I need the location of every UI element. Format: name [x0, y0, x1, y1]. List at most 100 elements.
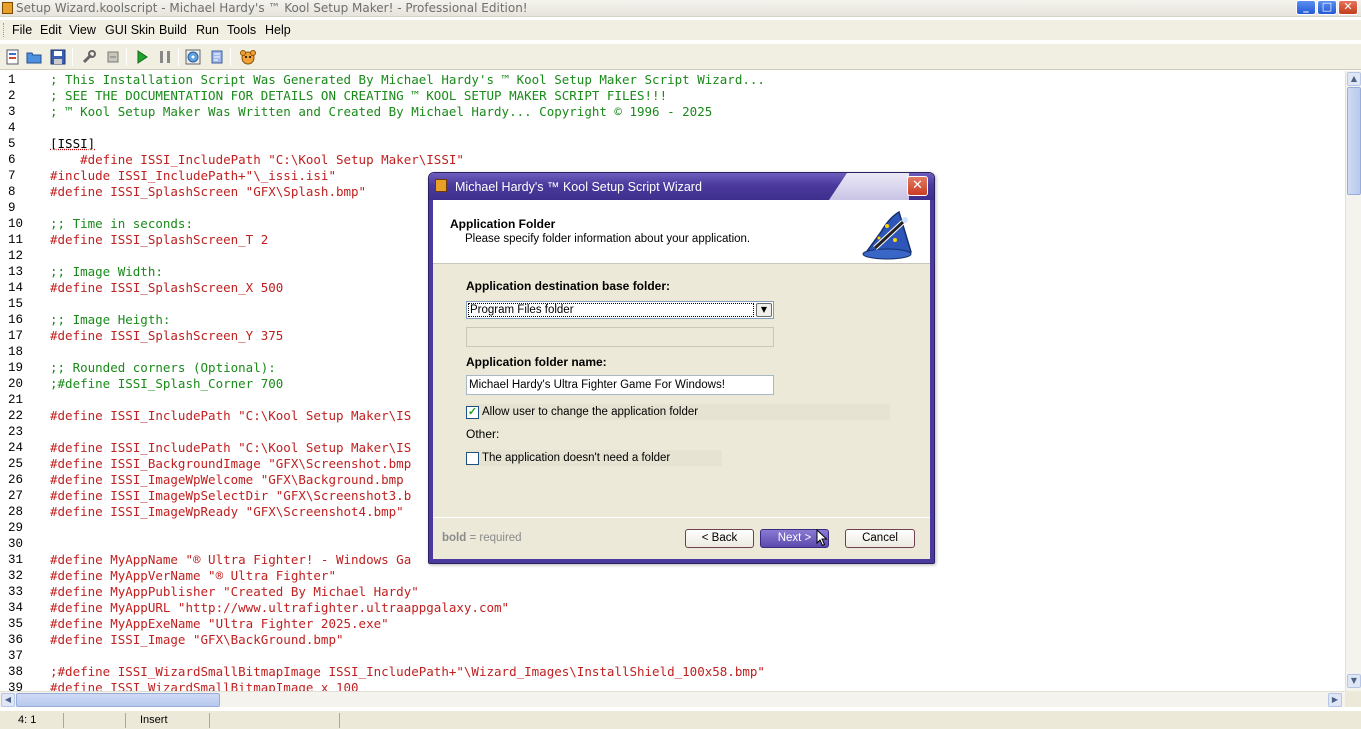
code-line[interactable]: 4: [0, 120, 1345, 136]
code-text: #define ISSI_SplashScreen "GFX\Splash.bm…: [50, 184, 367, 199]
window-titlebar: Setup Wizard.koolscript - Michael Hardy'…: [0, 0, 1361, 17]
destination-folder-value: Program Files folder: [468, 303, 754, 317]
line-number: 26: [8, 473, 24, 487]
line-number: 28: [8, 505, 24, 519]
vertical-scroll-thumb[interactable]: [1347, 87, 1361, 195]
horizontal-scroll-thumb[interactable]: [16, 693, 220, 707]
plugin-icon[interactable]: [103, 47, 122, 66]
code-line[interactable]: 39 #define ISSI_WizardSmallBitmapImage_x …: [0, 680, 1345, 691]
minimize-button[interactable]: _: [1296, 0, 1316, 15]
wrench-icon[interactable]: [79, 47, 98, 66]
dialog-titlebar: Michael Hardy's ™ Kool Setup Script Wiza…: [429, 173, 934, 200]
cancel-button[interactable]: Cancel: [845, 529, 915, 548]
disc-icon[interactable]: [183, 47, 202, 66]
menu-edit[interactable]: Edit: [40, 23, 62, 37]
menu-tools[interactable]: Tools: [227, 23, 256, 37]
play-icon[interactable]: [132, 47, 151, 66]
line-number: 16: [8, 313, 24, 327]
line-number: 14: [8, 281, 24, 295]
menu-grip: [3, 23, 6, 37]
menu-file[interactable]: File: [12, 23, 32, 37]
code-text: [ISSI]: [50, 136, 96, 151]
close-button[interactable]: ✕: [1338, 0, 1358, 15]
app-icon: [2, 2, 13, 14]
chevron-down-icon[interactable]: ▼: [756, 303, 772, 317]
code-text: #define MyAppPublisher "Created By Micha…: [50, 584, 419, 599]
dialog-close-button[interactable]: ✕: [907, 176, 928, 196]
code-line[interactable]: 6 #define ISSI_IncludePath "C:\Kool Setu…: [0, 152, 1345, 168]
code-line[interactable]: 36 #define ISSI_Image "GFX\BackGround.bmp…: [0, 632, 1345, 648]
code-line[interactable]: 38 ;#define ISSI_WizardSmallBitmapImage I…: [0, 664, 1345, 680]
back-button[interactable]: < Back: [685, 529, 754, 548]
destination-folder-select[interactable]: Program Files folder ▼: [466, 301, 774, 319]
line-number: 33: [8, 585, 24, 599]
code-text: ;#define ISSI_WizardSmallBitmapImage ISS…: [50, 664, 765, 679]
line-number: 38: [8, 665, 24, 679]
scroll-up-icon[interactable]: ▲: [1347, 72, 1361, 86]
no-folder-checkbox[interactable]: [466, 451, 479, 465]
menu-help[interactable]: Help: [265, 23, 291, 37]
dialog-header: Application Folder Please specify folder…: [433, 200, 930, 264]
code-line[interactable]: 34 #define MyAppURL "http://www.ultrafigh…: [0, 600, 1345, 616]
code-text: ;; Image Width:: [50, 264, 163, 279]
open-folder-icon[interactable]: [24, 47, 43, 66]
code-line[interactable]: 5 [ISSI]: [0, 136, 1345, 152]
code-text: ;; Rounded corners (Optional):: [50, 360, 276, 375]
line-number: 5: [8, 137, 16, 151]
allow-change-label: Allow user to change the application fol…: [482, 406, 699, 418]
scroll-down-icon[interactable]: ▼: [1347, 674, 1361, 688]
menu-build[interactable]: Build: [159, 23, 187, 37]
mouse-cursor-icon: [816, 529, 828, 547]
status-bar: 4: 1 Insert: [0, 710, 1361, 729]
line-number: 12: [8, 249, 24, 263]
code-line[interactable]: 2 ; SEE THE DOCUMENTATION FOR DETAILS ON …: [0, 88, 1345, 104]
window-title: Setup Wizard.koolscript - Michael Hardy'…: [16, 1, 528, 15]
line-number: 2: [8, 89, 16, 103]
script-icon[interactable]: [207, 47, 226, 66]
line-number: 17: [8, 329, 24, 343]
menu-view[interactable]: View: [69, 23, 96, 37]
line-number: 6: [8, 153, 16, 167]
pause-icon[interactable]: [155, 47, 174, 66]
save-icon[interactable]: [48, 47, 67, 66]
code-text: #define ISSI_IncludePath "C:\Kool Setup …: [50, 408, 412, 423]
scroll-left-icon[interactable]: ◀: [1, 693, 15, 707]
line-number: 32: [8, 569, 24, 583]
line-number: 27: [8, 489, 24, 503]
code-text: ; This Installation Script Was Generated…: [50, 72, 765, 87]
code-text: ;; Time in seconds:: [50, 216, 193, 231]
code-line[interactable]: 37: [0, 648, 1345, 664]
code-line[interactable]: 32 #define MyAppVerName "® Ultra Fighter": [0, 568, 1345, 584]
menu-run[interactable]: Run: [196, 23, 219, 37]
code-text: #define ISSI_WizardSmallBitmapImage_x 10…: [50, 680, 359, 691]
line-number: 9: [8, 201, 16, 215]
required-legend-text: = required: [466, 532, 522, 544]
maximize-button[interactable]: □: [1317, 0, 1337, 15]
code-line[interactable]: 33 #define MyAppPublisher "Created By Mic…: [0, 584, 1345, 600]
scroll-right-icon[interactable]: ▶: [1328, 693, 1342, 707]
setup-wizard-dialog: Michael Hardy's ™ Kool Setup Script Wiza…: [428, 172, 935, 564]
code-line[interactable]: 3 ; ™ Kool Setup Maker Was Written and Cr…: [0, 104, 1345, 120]
menu-gui-skin[interactable]: GUI Skin: [105, 23, 155, 37]
line-number: 31: [8, 553, 24, 567]
folder-name-field[interactable]: Michael Hardy's Ultra Fighter Game For W…: [466, 375, 774, 395]
custom-path-field[interactable]: [466, 327, 774, 347]
line-number: 22: [8, 409, 24, 423]
line-number: 37: [8, 649, 24, 663]
horizontal-scrollbar[interactable]: ◀ ▶: [0, 691, 1345, 707]
mascot-icon[interactable]: [238, 47, 257, 66]
allow-change-checkbox-row[interactable]: ✓ Allow user to change the application f…: [466, 404, 890, 420]
page-title: Application Folder: [450, 217, 556, 231]
new-file-icon[interactable]: [3, 47, 22, 66]
line-number: 4: [8, 121, 16, 135]
code-line[interactable]: 1 ; This Installation Script Was Generate…: [0, 72, 1345, 88]
other-label: Other:: [466, 427, 500, 441]
dialog-body: Application destination base folder: Pro…: [433, 265, 930, 517]
code-line[interactable]: 35 #define MyAppExeName "Ultra Fighter 20…: [0, 616, 1345, 632]
no-folder-checkbox-row[interactable]: The application doesn't need a folder: [466, 450, 722, 466]
vertical-scrollbar[interactable]: ▲ ▼: [1345, 71, 1361, 691]
allow-change-checkbox[interactable]: ✓: [466, 405, 479, 419]
code-text: #define MyAppExeName "Ultra Fighter 2025…: [50, 616, 389, 631]
line-number: 23: [8, 425, 24, 439]
line-number: 29: [8, 521, 24, 535]
